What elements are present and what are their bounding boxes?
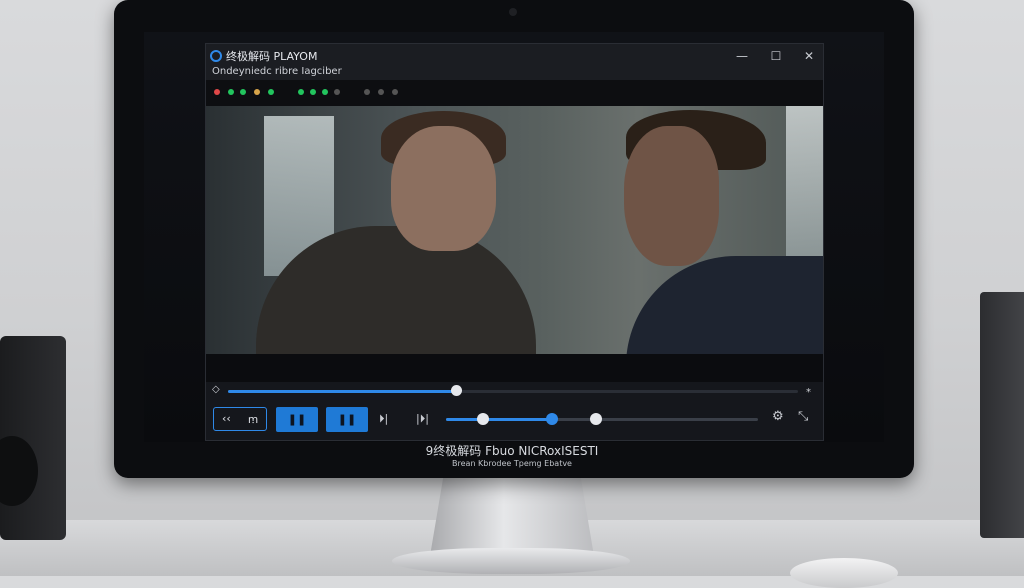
right-speaker — [980, 292, 1024, 538]
playback-controls: ‹‹ ꭑ ❚❚ ❚❚ ⏵| |⏵| ⚙ ⤡ — [206, 404, 823, 440]
seek-progress — [228, 390, 456, 393]
secondary-slider-knob[interactable] — [589, 413, 602, 425]
status-dot — [378, 89, 384, 95]
status-dot — [214, 89, 220, 95]
monitor-caption-line2: Brean Kbrodee Tpemg Ebatve — [452, 459, 572, 468]
step-forward-icon[interactable]: ⏵| — [379, 412, 388, 426]
app-logo-icon — [210, 50, 222, 62]
next-track-icon[interactable]: |⏵| — [416, 412, 429, 426]
seek-thumb[interactable] — [451, 385, 462, 396]
video-frame[interactable] — [206, 106, 823, 354]
video-figure-left-face — [391, 126, 496, 251]
pause-button[interactable]: ❚❚ — [276, 407, 318, 432]
mouse — [790, 558, 898, 588]
video-letterbox — [206, 354, 823, 382]
monitor-stand — [430, 478, 594, 556]
status-dot — [254, 89, 260, 95]
app-subtitle: Ondeyniedc ribre Iagciber — [212, 66, 342, 77]
status-dot — [298, 89, 304, 95]
status-dot — [392, 89, 398, 95]
monitor-stand-base — [392, 548, 630, 574]
rewind-icon: ‹‹ — [222, 412, 231, 425]
settings-icon[interactable]: ⚙ — [772, 409, 784, 424]
secondary-slider-knob[interactable] — [477, 413, 490, 425]
status-dot — [322, 89, 328, 95]
status-dot — [334, 89, 340, 95]
fullscreen-icon[interactable]: ⤡ — [798, 409, 808, 424]
skip-icon: ꭑ — [248, 413, 259, 426]
seek-end-icon[interactable]: ⁎ — [806, 384, 811, 395]
status-bar — [206, 80, 823, 106]
monitor-caption-line1: 9终极解码 Fbuo NICRoxISESTI — [425, 444, 599, 458]
seek-start-icon[interactable]: ◇ — [212, 384, 220, 395]
status-dot — [268, 89, 274, 95]
status-dot — [228, 89, 234, 95]
seek-bar-row: ◇ ⁎ — [206, 382, 823, 400]
minimize-button[interactable]: — — [733, 48, 751, 64]
status-dot — [240, 89, 246, 95]
title-bar: 终极解码 PLAYOM Ondeyniedc ribre Iagciber — … — [206, 44, 823, 80]
video-window-light — [786, 106, 823, 256]
video-figure-right-face — [624, 126, 719, 266]
status-dot — [364, 89, 370, 95]
maximize-button[interactable]: ☐ — [767, 48, 785, 64]
app-title: 终极解码 PLAYOM — [226, 50, 318, 63]
close-button[interactable]: ✕ — [800, 48, 818, 64]
webcam — [509, 8, 517, 16]
status-dot — [310, 89, 316, 95]
secondary-slider-knob[interactable] — [546, 413, 559, 425]
secondary-slider-fill — [446, 418, 553, 421]
rewind-skip-button[interactable]: ‹‹ ꭑ — [213, 407, 267, 431]
media-player-window: 终极解码 PLAYOM Ondeyniedc ribre Iagciber — … — [205, 43, 824, 441]
left-speaker — [0, 336, 66, 540]
pause-button-secondary[interactable]: ❚❚ — [326, 407, 368, 432]
